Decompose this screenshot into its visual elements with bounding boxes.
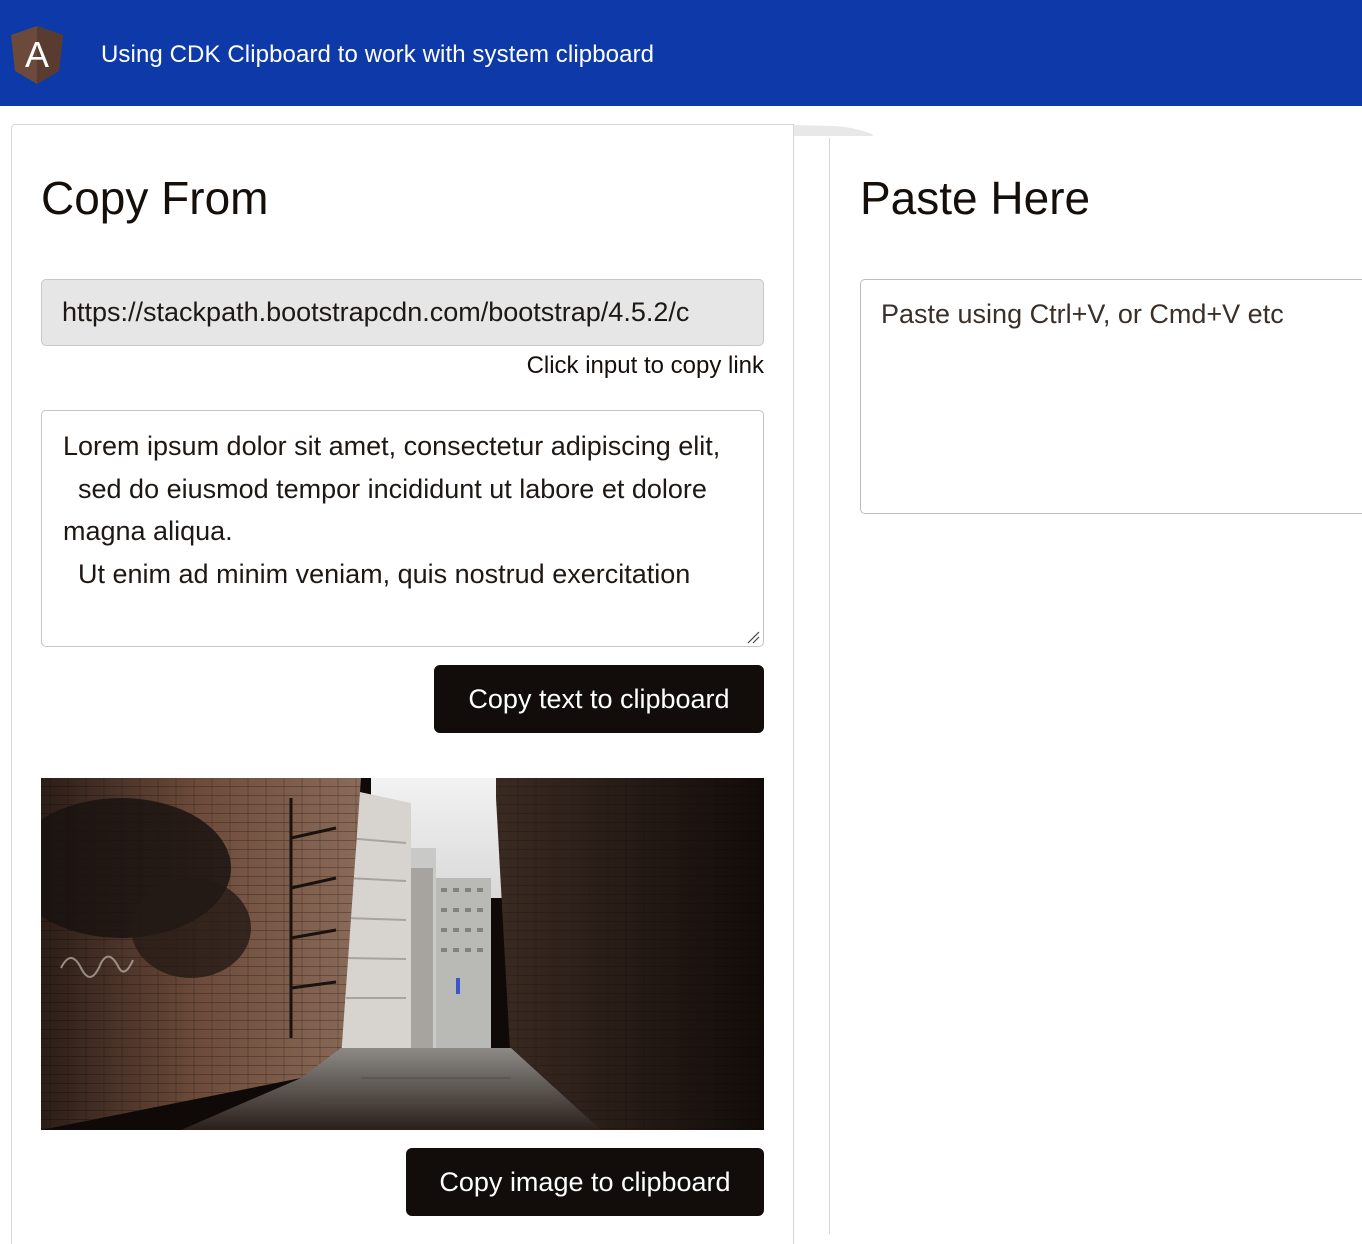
paste-textarea[interactable]	[860, 279, 1362, 514]
copy-text-button[interactable]: Copy text to clipboard	[434, 665, 764, 733]
alley-photo	[41, 778, 764, 1130]
copy-from-heading: Copy From	[41, 172, 269, 224]
copy-image-button[interactable]: Copy image to clipboard	[406, 1148, 764, 1216]
copy-textarea[interactable]	[41, 410, 764, 647]
app-toolbar: A Using CDK Clipboard to work with syste…	[0, 0, 1362, 106]
paste-here-heading: Paste Here	[860, 172, 1091, 224]
angular-logo-icon: A	[11, 26, 63, 84]
card-edge-decoration	[794, 125, 873, 136]
link-hint: Click input to copy link	[526, 352, 764, 379]
app-title: Using CDK Clipboard to work with system …	[101, 41, 655, 68]
resize-grip-icon[interactable]	[746, 630, 760, 644]
logo-letter: A	[25, 34, 49, 75]
link-input[interactable]	[41, 279, 764, 346]
panel-divider	[829, 138, 830, 1234]
